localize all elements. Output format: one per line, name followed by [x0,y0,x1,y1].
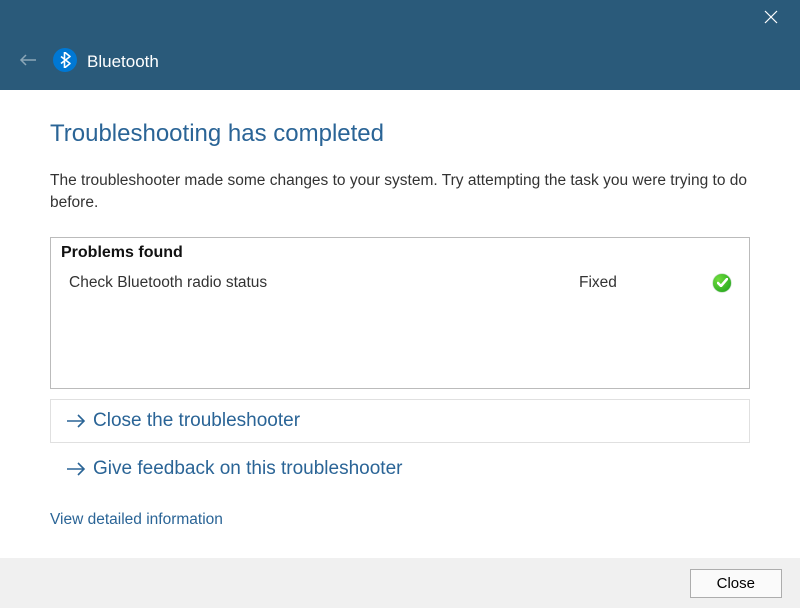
action-label: Close the troubleshooter [93,410,300,432]
back-button[interactable] [18,50,38,70]
problems-header: Problems found [51,238,749,268]
page-heading: Troubleshooting has completed [50,120,750,148]
check-icon [713,274,731,292]
view-detailed-link[interactable]: View detailed information [50,511,223,529]
bluetooth-icon [53,48,77,72]
titlebar: Bluetooth [0,0,800,90]
problems-found-box: Problems found Check Bluetooth radio sta… [50,237,750,389]
content-area: Troubleshooting has completed The troubl… [0,90,800,529]
window-close-button[interactable] [762,8,780,26]
problem-row: Check Bluetooth radio status Fixed [51,268,749,298]
problem-status: Fixed [579,274,709,292]
problem-name: Check Bluetooth radio status [69,274,579,292]
close-troubleshooter-link[interactable]: Close the troubleshooter [50,399,750,443]
page-description: The troubleshooter made some changes to … [50,170,750,215]
close-button[interactable]: Close [690,569,782,598]
action-label: Give feedback on this troubleshooter [93,458,402,480]
arrow-right-icon [65,459,87,479]
footer: Close [0,558,800,608]
back-arrow-icon [19,53,37,67]
window-title: Bluetooth [87,52,159,72]
give-feedback-link[interactable]: Give feedback on this troubleshooter [50,447,750,491]
problem-status-icon [709,274,731,292]
close-icon [764,10,778,24]
arrow-right-icon [65,411,87,431]
